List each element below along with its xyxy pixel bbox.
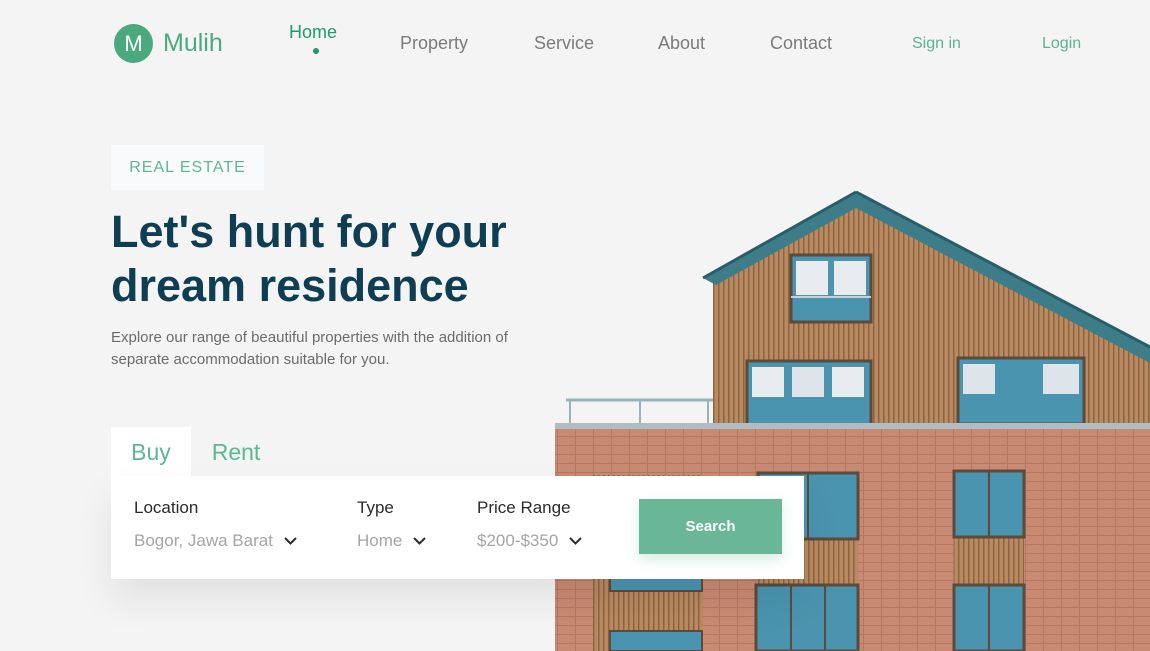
nav-property[interactable]: Property: [400, 33, 468, 54]
location-select[interactable]: Bogor, Jawa Barat: [134, 531, 298, 551]
price-range-label: Price Range: [477, 498, 571, 517]
chevron-down-icon: [413, 537, 427, 545]
location-value: Bogor, Jawa Barat: [134, 531, 273, 550]
logo[interactable]: M Mulih: [114, 24, 223, 63]
login-link[interactable]: Login: [1042, 35, 1081, 53]
type-field: Type Home: [357, 498, 427, 551]
active-indicator-dot: [313, 48, 319, 54]
type-label: Type: [357, 498, 394, 517]
price-range-field: Price Range $200-$350: [477, 498, 583, 551]
category-badge: REAL ESTATE: [111, 145, 264, 190]
search-card: Location Bogor, Jawa Barat Type Home Pri…: [111, 476, 804, 579]
type-value: Home: [357, 531, 403, 550]
logo-mark: M: [114, 24, 153, 63]
tab-rent[interactable]: Rent: [196, 427, 276, 477]
building-image: [555, 190, 1150, 651]
tab-buy[interactable]: Buy: [111, 427, 191, 477]
chevron-down-icon: [569, 537, 583, 545]
nav-service[interactable]: Service: [534, 33, 594, 54]
type-select[interactable]: Home: [357, 531, 427, 551]
location-field: Location Bogor, Jawa Barat: [134, 498, 298, 551]
search-button[interactable]: Search: [639, 499, 782, 554]
hero-subtext: Explore our range of beautiful propertie…: [111, 329, 508, 368]
hero-headline: Let's hunt for your dream residence: [111, 206, 507, 311]
nav-about[interactable]: About: [658, 33, 705, 54]
sign-in-link[interactable]: Sign in: [912, 35, 961, 53]
nav-home[interactable]: Home: [289, 22, 337, 43]
location-label: Location: [134, 498, 199, 517]
brand-name: Mulih: [163, 29, 223, 57]
price-range-select[interactable]: $200-$350: [477, 531, 583, 551]
nav-contact[interactable]: Contact: [770, 33, 832, 54]
chevron-down-icon: [284, 537, 297, 545]
price-range-value: $200-$350: [477, 531, 559, 550]
